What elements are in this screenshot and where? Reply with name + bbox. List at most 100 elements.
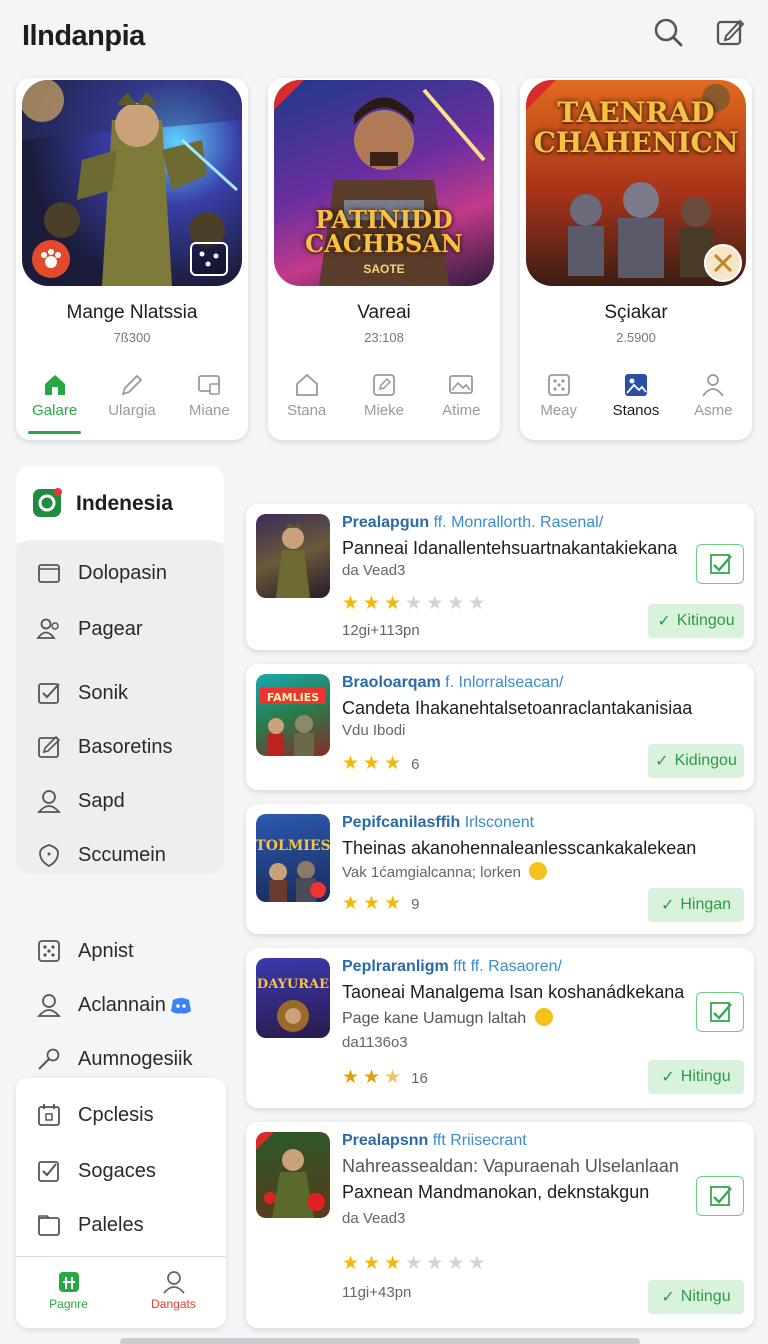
- sidebar-item-sapd[interactable]: Sapd: [16, 780, 224, 824]
- sidebar-item-aumnogesiik[interactable]: Aumnogesiik: [16, 1038, 224, 1082]
- folder-icon: [36, 1212, 62, 1238]
- item-title-main: Prealapgun: [342, 514, 430, 531]
- status-pill-button[interactable]: ✓ Nitingu: [648, 1280, 744, 1314]
- star-icon: ★: [363, 893, 381, 914]
- nav-label: Dangats: [151, 1297, 196, 1311]
- item-thumbnail: DAYURAE: [256, 958, 330, 1038]
- star-icon: ★: [426, 1253, 444, 1274]
- status-pill-button[interactable]: ✓ Kitingou: [648, 604, 744, 638]
- search-icon[interactable]: [652, 16, 684, 48]
- sidebar-item-paleles[interactable]: Paleles: [16, 1204, 224, 1248]
- card-tab-bar: Meay Stanos Asme: [520, 372, 752, 432]
- check-button[interactable]: [696, 1176, 744, 1216]
- list-item[interactable]: FAMLIES Braoloarqam f. Inlorralseacan/ C…: [246, 664, 754, 790]
- sidebar-item-cpclesis[interactable]: Cpclesis: [16, 1094, 224, 1138]
- tab-atime[interactable]: Atime: [423, 372, 500, 432]
- home-indicator: [120, 1338, 640, 1344]
- sidebar-item-basoretins[interactable]: Basoretins: [16, 726, 224, 770]
- item-source: da Vead3: [342, 1210, 406, 1227]
- status-pill-button[interactable]: ✓ Hitingu: [648, 1060, 744, 1094]
- tab-meay[interactable]: Meay: [520, 372, 597, 432]
- tools-icon: [704, 244, 742, 282]
- game-meta: 2.5900: [616, 330, 656, 345]
- game-title: Mange Nlatssia: [66, 302, 198, 323]
- status-pill-button[interactable]: ✓ Kidingou: [648, 744, 744, 778]
- item-title-main: Braoloarqam: [342, 674, 441, 691]
- svg-text:DAYURAE: DAYURAE: [257, 977, 329, 992]
- status-pill-button[interactable]: ✓ Hingan: [648, 888, 744, 922]
- sidebar-item-sogaces[interactable]: Sogaces: [16, 1150, 224, 1194]
- tab-label: Ulargia: [108, 402, 156, 419]
- art-subcaption: SAOTE: [363, 262, 405, 276]
- sidebar-item-label: Basoretins: [78, 736, 173, 758]
- sidebar-item-apnist[interactable]: Apnist: [16, 930, 224, 974]
- tab-ulargia[interactable]: Ulargia: [93, 372, 170, 432]
- tab-mieke[interactable]: Mieke: [345, 372, 422, 432]
- nav-dangats[interactable]: Dangats: [121, 1257, 226, 1328]
- tab-miane[interactable]: Miane: [171, 372, 248, 432]
- rating-stars: ★ ★ ★ ★ ★ ★ ★: [342, 1254, 485, 1274]
- tab-stana[interactable]: Stana: [268, 372, 345, 432]
- item-title: Prealapgun ff. Monrallorth. Rasenal/: [342, 514, 603, 532]
- sidebar-item-sccumein[interactable]: Sccumein: [16, 834, 224, 878]
- rating-stars: ★ ★ ★ 6: [342, 754, 419, 774]
- tab-stanos[interactable]: Stanos: [597, 372, 674, 432]
- tab-label: Galare: [32, 402, 78, 419]
- checkmark-icon: ✓: [657, 613, 671, 630]
- game-meta: 23:108: [364, 330, 404, 345]
- star-icon: ★: [447, 1253, 465, 1274]
- checkmark-icon: ✓: [655, 753, 669, 770]
- sidebar-item-sonik[interactable]: Sonik: [16, 672, 224, 716]
- item-title-main: Pepifcanilasffih: [342, 814, 461, 831]
- item-title-sub: ff. Monrallorth. Rasenal/: [433, 514, 604, 531]
- item-headline: Theinas akanohennaleanlesscankakalekean: [342, 838, 697, 858]
- item-title-sub: fft Rriisecrant: [432, 1132, 527, 1149]
- game-card[interactable]: PATINIDD CACHBSAN SAOTE Vareai 23:108 St…: [268, 78, 500, 440]
- rating-stars: ★ ★ ★ ★ ★ ★ ★: [342, 594, 485, 614]
- gallery-icon: [623, 372, 649, 398]
- star-icon: ★: [384, 1253, 402, 1274]
- list-item[interactable]: TOLMIES Pepifcanilasffih Irlsconent Thei…: [246, 804, 754, 934]
- sidebar-item-label: Aumnogesiik: [78, 1048, 193, 1070]
- star-icon: ★: [468, 593, 486, 614]
- rating-count: 9: [411, 895, 420, 913]
- star-icon: ★: [342, 1067, 360, 1088]
- device-icon: [196, 372, 222, 398]
- nav-pagnre[interactable]: Pagnre: [16, 1257, 121, 1328]
- check-icon: [710, 1002, 732, 1022]
- tab-asme[interactable]: Asme: [675, 372, 752, 432]
- tab-galare[interactable]: Galare: [16, 372, 93, 434]
- star-icon: ★: [363, 1067, 381, 1088]
- sidebar-item-label: Sonik: [78, 682, 129, 704]
- check-button[interactable]: [696, 992, 744, 1032]
- item-title-sub: fft ff. Rasaoren/: [453, 958, 562, 975]
- sidebar-item-pagear[interactable]: Pagear: [16, 608, 224, 652]
- pill-label: Kitingou: [676, 612, 735, 629]
- shield-icon: [36, 842, 62, 868]
- sidebar-item-aclannain[interactable]: Aclannain: [16, 984, 224, 1028]
- check-button[interactable]: [696, 544, 744, 584]
- item-thumbnail: TOLMIES: [256, 814, 330, 902]
- user-icon: [36, 788, 62, 814]
- discord-icon: [170, 996, 192, 1021]
- pill-label: Hingan: [680, 896, 732, 913]
- item-headline: Candeta Ihakanehtalsetoanraclantakanisia…: [342, 698, 693, 718]
- list-item[interactable]: Prealapsnn fft Rriisecrant Nahreassealda…: [246, 1122, 754, 1328]
- game-card[interactable]: TAENRAD CHAHENICN Sçiakar 2.5900 Meay St…: [520, 78, 752, 440]
- dice-icon: [190, 242, 228, 276]
- game-card[interactable]: Mange Nlatssia 7ß300 Galare Ulargia Mian…: [16, 78, 248, 440]
- star-icon: ★: [384, 893, 402, 914]
- list-item[interactable]: Prealapgun ff. Monrallorth. Rasenal/ Pan…: [246, 504, 754, 650]
- pill-label: Nitingu: [680, 1288, 731, 1305]
- tab-label: Stana: [287, 402, 327, 419]
- rating-count: 16: [411, 1069, 428, 1087]
- star-icon: ★: [384, 753, 402, 774]
- sidebar-item-dolopasin[interactable]: Dolopasin: [16, 552, 224, 596]
- check-square-icon: [36, 1158, 62, 1184]
- compose-icon[interactable]: [714, 16, 746, 48]
- list-item[interactable]: DAYURAE Peplraranligm fft ff. Rasaoren/ …: [246, 948, 754, 1108]
- svg-text:TOLMIES: TOLMIES: [256, 838, 330, 854]
- checkmark-icon: ✓: [661, 1289, 675, 1306]
- item-source: da Vead3: [342, 562, 406, 579]
- nav-label: Pagnre: [49, 1297, 88, 1311]
